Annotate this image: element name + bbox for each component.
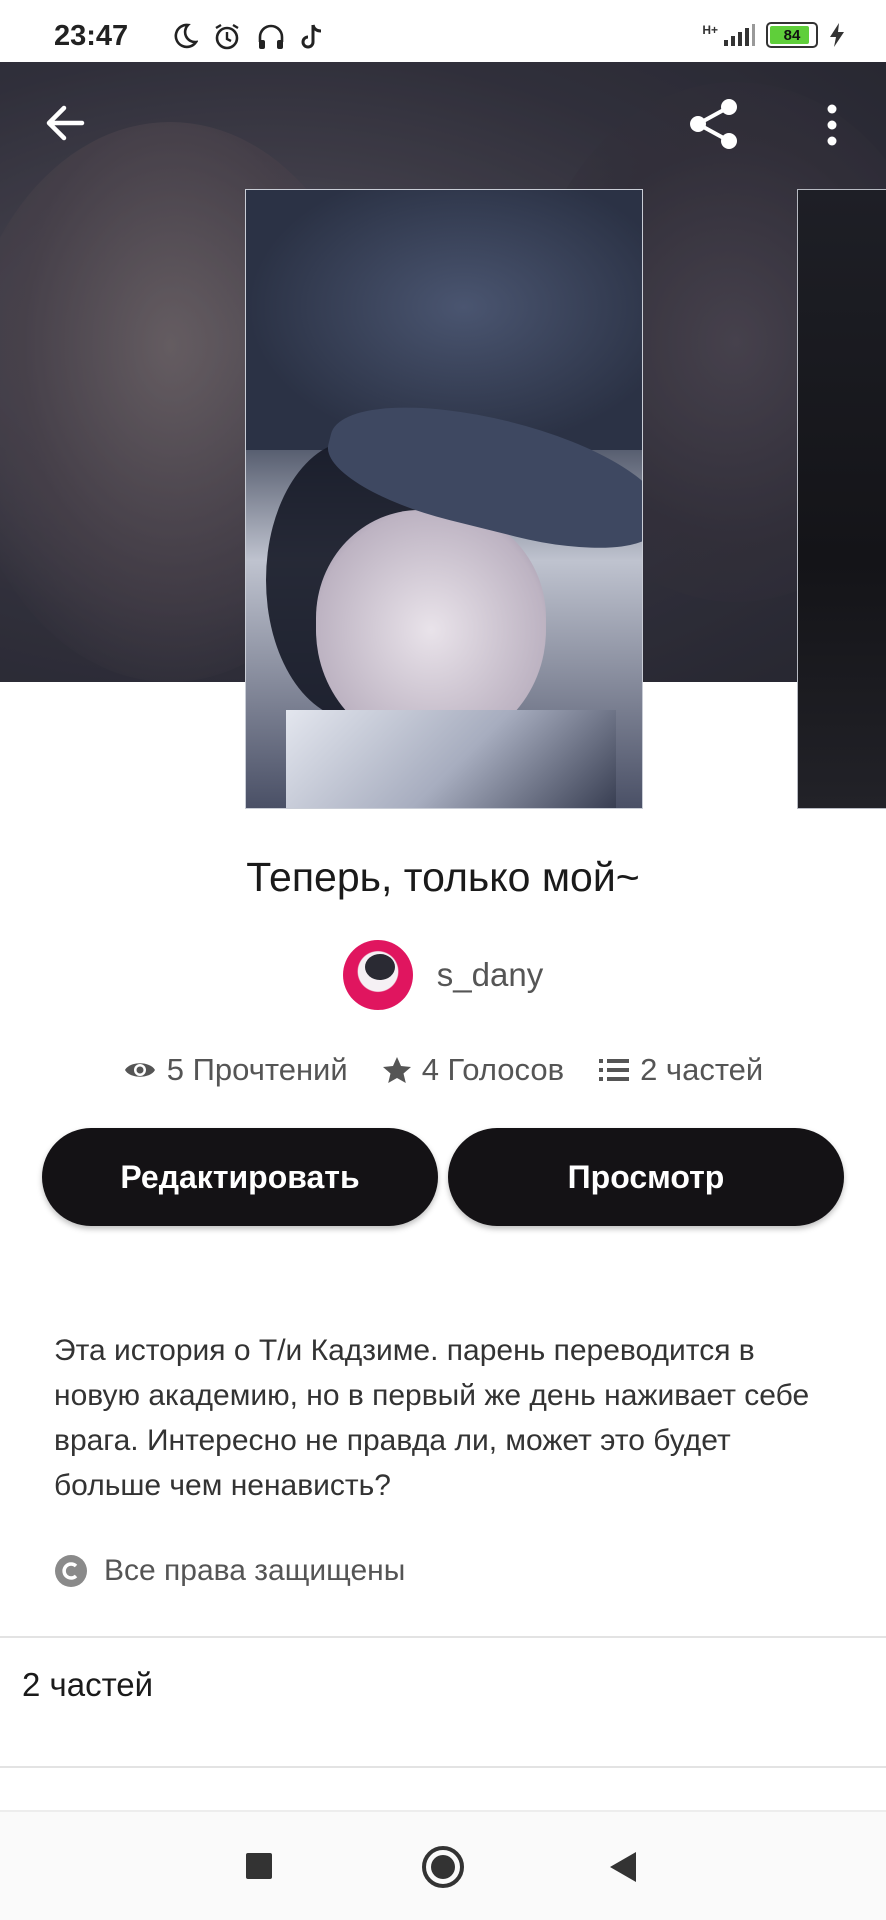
home-button[interactable] [421,1845,465,1894]
headphones-icon [258,24,284,49]
alarm-icon [215,23,239,50]
reads-stat: 5 Прочтений [123,1052,348,1088]
signal-icon [724,24,755,46]
square-icon [246,1853,272,1879]
votes-stat: 4 Голосов [382,1052,564,1088]
story-cover-image[interactable] [245,189,643,809]
triangle-back-icon [610,1852,636,1882]
charging-icon [830,23,844,47]
action-buttons: Редактировать Просмотр [42,1128,844,1226]
edit-button[interactable]: Редактировать [42,1128,438,1226]
arrow-left-icon [46,105,85,141]
status-time: 23:47 [54,20,129,52]
parts-count: 2 частей [640,1052,764,1087]
story-title: Теперь, только мой~ [246,854,640,900]
author-avatar[interactable] [342,940,413,1010]
recent-apps-button[interactable] [245,1852,273,1885]
network-type-label: H+ [702,23,718,37]
avatar-art [364,954,395,980]
star-icon [382,1057,411,1083]
parts-header[interactable]: 2 частей [22,1666,153,1704]
battery-indicator: 84 [766,22,818,48]
votes-count: 4 Голосов [421,1052,565,1087]
battery-level: 84 [783,26,801,44]
moon-icon [174,23,198,49]
tiktok-icon [301,24,322,49]
story-stats: 5 Прочтений 4 Голосов 2 частей [0,1052,886,1088]
author-name[interactable]: s_dany [437,956,543,994]
divider [0,1766,886,1768]
more-vertical-icon [827,104,837,146]
story-description: Эта история о Т/и Кадзиме. парень перево… [54,1334,810,1502]
reads-count: 5 Прочтений [166,1052,348,1087]
list-icon [599,1059,630,1081]
share-icon [690,99,737,149]
cover-art-collar [286,710,616,808]
back-button[interactable] [42,100,88,146]
parts-stat: 2 частей [598,1052,763,1088]
circle-icon [422,1846,464,1888]
divider [0,1636,886,1638]
copyright-row: Все права защищены [54,1554,405,1588]
author-row[interactable]: s_dany [0,940,886,1010]
copyright-icon [55,1555,87,1587]
view-button[interactable]: Просмотр [448,1128,844,1226]
status-icons-right: H+ 84 [702,22,846,48]
copyright-text: Все права защищены [104,1554,406,1587]
share-button[interactable] [686,96,742,152]
status-bar: 23:47 H+ 84 [0,0,886,62]
eye-icon [124,1063,155,1077]
more-options-button[interactable] [818,100,846,150]
system-back-button[interactable] [608,1850,638,1889]
next-cover-image[interactable] [797,189,886,809]
status-icons-left [170,22,326,52]
